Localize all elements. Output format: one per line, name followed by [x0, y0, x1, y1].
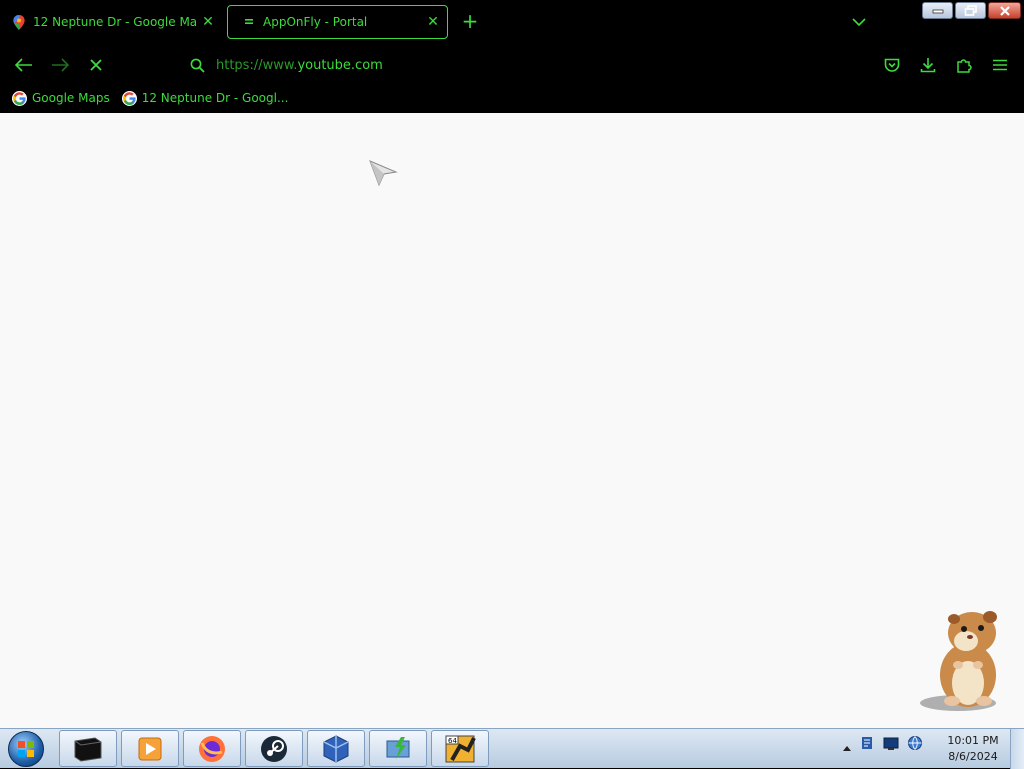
tab-apponfly-portal[interactable]: AppOnFly - Portal ✕ [227, 5, 448, 39]
nav-bar: https://www.youtube.com [0, 44, 1024, 84]
tab-close-icon[interactable]: ✕ [198, 14, 218, 30]
search-icon [182, 58, 212, 73]
new-tab-button[interactable]: + [459, 10, 481, 32]
system-clock[interactable]: 10:01 PM 8/6/2024 [938, 733, 1008, 765]
taskbar-firefox-icon[interactable] [183, 730, 241, 767]
volume-globe-icon[interactable] [907, 735, 923, 755]
bookmarks-toolbar: Google Maps 12 Neptune Dr - Googl... [0, 86, 1024, 110]
tab-title: AppOnFly - Portal [263, 15, 368, 29]
minimize-button[interactable] [922, 2, 953, 19]
network-monitor-icon[interactable] [883, 736, 899, 755]
tab-close-icon[interactable]: ✕ [423, 14, 443, 30]
browser-window: 12 Neptune Dr - Google Maps ✕ AppOnFly -… [0, 0, 1024, 113]
close-window-button[interactable] [988, 2, 1021, 19]
hamster-mascot-icon [918, 603, 1012, 717]
taskbar-virtualbox-icon[interactable] [307, 730, 365, 767]
pocket-icon[interactable] [881, 54, 903, 76]
stop-loading-icon[interactable] [85, 54, 107, 76]
taskbar: 64 10:01 PM 8/6/2024 [0, 728, 1024, 769]
google-icon [12, 90, 27, 106]
show-desktop-button[interactable] [1010, 729, 1024, 769]
clock-time: 10:01 PM [947, 734, 999, 747]
maps-pin-icon [12, 14, 26, 30]
google-icon [121, 90, 137, 106]
system-tray [843, 735, 923, 755]
tab-bar: 12 Neptune Dr - Google Maps ✕ AppOnFly -… [0, 0, 1024, 44]
extensions-icon[interactable] [953, 54, 975, 76]
start-button[interactable] [4, 730, 48, 768]
clock-date: 8/6/2024 [948, 750, 998, 763]
bookmark-label: 12 Neptune Dr - Googl... [141, 91, 289, 105]
tab-google-maps[interactable]: 12 Neptune Dr - Google Maps ✕ [4, 5, 222, 39]
url-domain: youtube.com [297, 57, 383, 73]
window-controls [922, 2, 1021, 19]
taskbar-64bit-app-icon[interactable]: 64 [431, 730, 489, 767]
bookmark-neptune-dr[interactable]: 12 Neptune Dr - Googl... [121, 90, 289, 106]
restore-button[interactable] [955, 2, 986, 19]
taskbar-steam-icon[interactable] [245, 730, 303, 767]
back-arrow-icon[interactable] [13, 54, 35, 76]
tray-app-icon[interactable] [859, 735, 875, 755]
list-tabs-chevron-icon[interactable] [852, 12, 866, 31]
downloads-icon[interactable] [917, 54, 939, 76]
svg-text:64: 64 [448, 737, 457, 745]
forward-arrow-icon[interactable] [49, 54, 71, 76]
show-hidden-icons-arrow-icon[interactable] [843, 736, 851, 755]
taskbar-media-player-icon[interactable] [121, 730, 179, 767]
appfly-icon [242, 15, 256, 29]
bookmark-google-maps[interactable]: Google Maps [12, 90, 110, 106]
url-prefix: https://www. [216, 57, 298, 73]
bookmark-label: Google Maps [32, 91, 110, 105]
url-text[interactable]: https://www.youtube.com [212, 58, 383, 73]
menu-icon[interactable] [989, 54, 1011, 76]
taskbar-network-tool-icon[interactable] [369, 730, 427, 767]
mouse-cursor-icon [368, 159, 398, 191]
address-bar[interactable]: https://www.youtube.com [182, 52, 842, 78]
windows-logo-icon [8, 731, 44, 767]
taskbar-command-prompt-icon[interactable] [59, 730, 117, 767]
page-content[interactable] [0, 113, 1024, 728]
tab-title: 12 Neptune Dr - Google Maps [33, 15, 198, 29]
